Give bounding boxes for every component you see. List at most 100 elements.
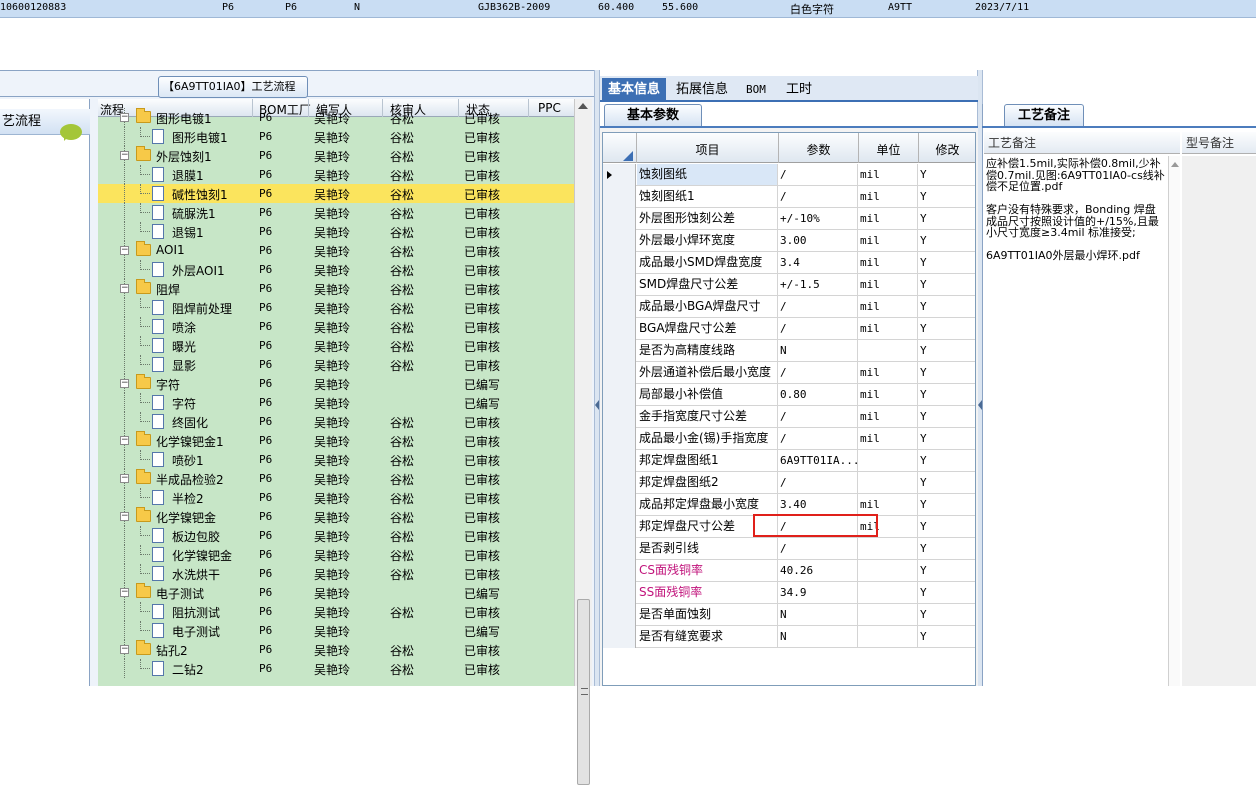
tab-process-notes[interactable]: 工艺备注 — [1004, 104, 1084, 126]
param-row[interactable]: 外层图形蚀刻公差 +/-10% mil Y — [603, 208, 975, 230]
row-header[interactable] — [603, 582, 636, 604]
param-cell[interactable]: / — [778, 296, 858, 317]
row-header[interactable] — [603, 516, 636, 538]
collapse-toggle-icon[interactable]: − — [120, 512, 129, 521]
param-cell[interactable]: 3.40 — [778, 494, 858, 515]
unit-cell[interactable]: mil — [858, 362, 918, 383]
item-cell[interactable]: 邦定焊盘图纸2 — [637, 472, 778, 493]
tree-item-row[interactable]: 喷砂1 P6 吴艳玲 谷松 已审核 — [98, 450, 574, 469]
param-cell[interactable]: N — [778, 626, 858, 647]
unit-cell[interactable] — [858, 626, 918, 647]
tree-item-row[interactable]: 外层AOI1 P6 吴艳玲 谷松 已审核 — [98, 260, 574, 279]
param-row[interactable]: 是否有缝宽要求 N Y — [603, 626, 975, 648]
modify-cell[interactable]: Y — [918, 472, 975, 493]
collapse-toggle-icon[interactable]: − — [120, 474, 129, 483]
tree-item-row[interactable]: 字符 P6 吴艳玲 已编写 — [98, 393, 574, 412]
grid-header-param[interactable]: 参数 — [779, 141, 858, 158]
tree-folder-row[interactable]: − 阻焊 P6 吴艳玲 谷松 已审核 — [98, 279, 574, 298]
param-row[interactable]: 金手指宽度尺寸公差 / mil Y — [603, 406, 975, 428]
tree-item-row[interactable]: 碱性蚀刻1 P6 吴艳玲 谷松 已审核 — [98, 184, 574, 203]
item-cell[interactable]: CS面残铜率 — [637, 560, 778, 581]
tree-scrollbar[interactable] — [574, 99, 592, 785]
param-row[interactable]: 外层最小焊环宽度 3.00 mil Y — [603, 230, 975, 252]
row-header[interactable] — [603, 186, 636, 208]
tree-item-row[interactable]: 喷涂 P6 吴艳玲 谷松 已审核 — [98, 317, 574, 336]
modify-cell[interactable]: Y — [918, 604, 975, 625]
tree-item-row[interactable]: 电子测试 P6 吴艳玲 已编写 — [98, 621, 574, 640]
param-cell[interactable]: N — [778, 340, 858, 361]
row-header[interactable] — [603, 406, 636, 428]
item-cell[interactable]: 是否为高精度线路 — [637, 340, 778, 361]
tree-item-row[interactable]: 化学镍钯金 P6 吴艳玲 谷松 已审核 — [98, 545, 574, 564]
row-header[interactable] — [603, 318, 636, 340]
grid-header-unit[interactable]: 单位 — [859, 141, 918, 158]
unit-cell[interactable]: mil — [858, 428, 918, 449]
tree-folder-row[interactable]: − 电子测试 P6 吴艳玲 已编写 — [98, 583, 574, 602]
tree-folder-row[interactable]: − 化学镍钯金1 P6 吴艳玲 谷松 已审核 — [98, 431, 574, 450]
param-row[interactable]: 是否剥引线 / Y — [603, 538, 975, 560]
modify-cell[interactable]: Y — [918, 274, 975, 295]
process-flow-button[interactable]: 【6A9TT01IA0】工艺流程 — [158, 76, 308, 98]
param-row[interactable]: CS面残铜率 40.26 Y — [603, 560, 975, 582]
param-row[interactable]: 蚀刻图纸 / mil Y — [603, 164, 975, 186]
param-row[interactable]: 邦定焊盘图纸1 6A9TT01IA... Y — [603, 450, 975, 472]
tree-folder-row[interactable]: − 半成品检验2 P6 吴艳玲 谷松 已审核 — [98, 469, 574, 488]
param-row[interactable]: 成品最小金(锡)手指宽度 / mil Y — [603, 428, 975, 450]
item-cell[interactable]: 成品最小BGA焊盘尺寸 — [637, 296, 778, 317]
unit-cell[interactable] — [858, 604, 918, 625]
notes-scrollbar[interactable] — [1168, 156, 1180, 686]
tree-item-row[interactable]: 阻焊前处理 P6 吴艳玲 谷松 已审核 — [98, 298, 574, 317]
modify-cell[interactable]: Y — [918, 230, 975, 251]
row-header[interactable] — [603, 208, 636, 230]
row-header[interactable] — [603, 164, 636, 186]
param-cell[interactable]: / — [778, 538, 858, 559]
model-notes-column-header[interactable]: 型号备注 — [1182, 132, 1256, 154]
tree-item-row[interactable]: 曝光 P6 吴艳玲 谷松 已审核 — [98, 336, 574, 355]
modify-cell[interactable]: Y — [918, 582, 975, 603]
param-row[interactable]: BGA焊盘尺寸公差 / mil Y — [603, 318, 975, 340]
unit-cell[interactable]: mil — [858, 274, 918, 295]
tab-extended-info[interactable]: 拓展信息 — [670, 78, 734, 102]
param-cell[interactable]: / — [778, 318, 858, 339]
modify-cell[interactable]: Y — [918, 296, 975, 317]
params-grid[interactable]: 项目 参数 单位 修改 蚀刻图纸 / mil Y 蚀刻图纸1/mil Y 外层图形蚀刻公差 +… — [602, 132, 976, 686]
item-cell[interactable]: 是否有缝宽要求 — [637, 626, 778, 647]
row-header[interactable] — [603, 626, 636, 648]
param-cell[interactable]: +/-10% — [778, 208, 858, 229]
process-note-text[interactable]: 应补偿1.5mil,实际补偿0.8mil,少补偿0.7mil.见图:6A9TT0… — [986, 158, 1166, 262]
param-cell[interactable]: / — [778, 428, 858, 449]
tree-item-row[interactable]: 二钻2 P6 吴艳玲 谷松 已审核 — [98, 659, 574, 678]
row-header[interactable] — [603, 252, 636, 274]
collapse-toggle-icon[interactable]: − — [120, 246, 129, 255]
tree-folder-row[interactable]: − 化学镍钯金 P6 吴艳玲 谷松 已审核 — [98, 507, 574, 526]
tree-folder-row[interactable]: − 图形电镀1 P6 吴艳玲 谷松 已审核 — [98, 108, 574, 127]
unit-cell[interactable] — [858, 560, 918, 581]
unit-cell[interactable] — [858, 538, 918, 559]
row-header[interactable] — [603, 428, 636, 450]
unit-cell[interactable] — [858, 472, 918, 493]
unit-cell[interactable]: mil — [858, 208, 918, 229]
item-cell[interactable]: 成品最小SMD焊盘宽度 — [637, 252, 778, 273]
modify-cell[interactable]: Y — [918, 406, 975, 427]
tree-item-row[interactable]: 水洗烘干 P6 吴艳玲 谷松 已审核 — [98, 564, 574, 583]
modify-cell[interactable]: Y — [918, 560, 975, 581]
row-header[interactable] — [603, 230, 636, 252]
param-row[interactable]: 局部最小补偿值 0.80 mil Y — [603, 384, 975, 406]
param-cell[interactable]: / — [778, 164, 858, 185]
param-row[interactable]: 成品最小BGA焊盘尺寸 / mil Y — [603, 296, 975, 318]
param-cell[interactable]: / — [778, 472, 858, 493]
tree-folder-row[interactable]: − 钻孔2 P6 吴艳玲 谷松 已审核 — [98, 640, 574, 659]
tree-item-row[interactable]: 终固化 P6 吴艳玲 谷松 已审核 — [98, 412, 574, 431]
modify-cell[interactable]: Y — [918, 362, 975, 383]
item-cell[interactable]: 邦定焊盘图纸1 — [637, 450, 778, 471]
model-notes-cell[interactable] — [1182, 156, 1256, 686]
item-cell[interactable]: 外层图形蚀刻公差 — [637, 208, 778, 229]
row-header[interactable] — [603, 560, 636, 582]
row-header[interactable] — [603, 296, 636, 318]
param-row[interactable]: 是否为高精度线路 N Y — [603, 340, 975, 362]
collapse-toggle-icon[interactable]: − — [120, 588, 129, 597]
modify-cell[interactable]: Y — [918, 164, 975, 185]
row-header[interactable] — [603, 362, 636, 384]
row-header[interactable] — [603, 384, 636, 406]
tree-item-row[interactable]: 退锡1 P6 吴艳玲 谷松 已审核 — [98, 222, 574, 241]
